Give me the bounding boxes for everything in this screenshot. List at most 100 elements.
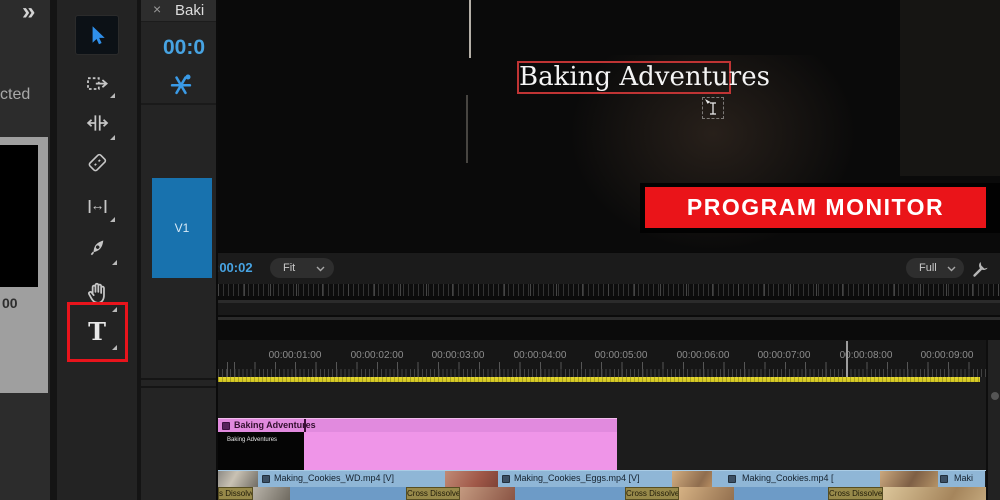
video-clip-label[interactable]: Making_Cookies_Eggs.mp4 [V] bbox=[514, 473, 640, 483]
fx-badge-icon bbox=[940, 475, 948, 483]
clip-thumbnail[interactable] bbox=[445, 471, 498, 487]
ruler-tick-label: 00:00:05:00 bbox=[589, 350, 653, 361]
thumbnail-timecode: 00 bbox=[2, 295, 18, 311]
callout-red-band: PROGRAM MONITOR bbox=[645, 187, 986, 228]
transition-clip[interactable]: Cross Dissolve bbox=[828, 487, 883, 500]
divider-fill bbox=[218, 303, 1000, 315]
clip-thumbnail[interactable] bbox=[883, 487, 1000, 500]
title-overlay-text: Baking Adventures bbox=[519, 62, 770, 92]
tool-flyout-indicator bbox=[112, 260, 117, 265]
track-v1-header[interactable]: V1 bbox=[152, 178, 212, 278]
callout-label: PROGRAM MONITOR bbox=[645, 187, 986, 228]
track-select-forward-tool-icon bbox=[85, 71, 109, 95]
panel-divider bbox=[50, 0, 57, 500]
monitor-mini-ruler[interactable] bbox=[218, 284, 1000, 296]
ruler-tick-label: 00:00:04:00 bbox=[508, 350, 572, 361]
video-wall-region bbox=[900, 0, 1000, 176]
transition-clip[interactable]: Cross Dissolve bbox=[625, 487, 679, 500]
video-clip-label[interactable]: Making_Cookies.mp4 [ bbox=[742, 473, 834, 483]
tool-flyout-indicator bbox=[110, 135, 115, 140]
tool-flyout-indicator bbox=[110, 217, 115, 222]
pen-tool-icon bbox=[85, 236, 109, 260]
ripple-edit-tool-button[interactable] bbox=[77, 106, 117, 140]
clip-thumbnail[interactable] bbox=[460, 487, 515, 500]
snap-button[interactable] bbox=[167, 70, 195, 98]
ruler-tick-label: 00:00:02:00 bbox=[345, 350, 409, 361]
track-divider bbox=[141, 386, 218, 388]
video-clip-label[interactable]: Maki bbox=[954, 473, 973, 483]
video-window-frame bbox=[466, 95, 468, 163]
chevron-down-icon bbox=[316, 266, 325, 272]
selection-tool-icon bbox=[86, 24, 108, 46]
transitions-row: s Dissolve Cross Dissolve Cross Dissolve… bbox=[218, 487, 1000, 500]
transition-clip[interactable]: s Dissolve bbox=[218, 487, 253, 500]
type-tool-highlight-box bbox=[67, 302, 128, 362]
clip-thumbnail[interactable] bbox=[218, 471, 258, 487]
playhead[interactable] bbox=[846, 341, 848, 377]
fx-badge-icon bbox=[728, 475, 736, 483]
timeline-vertical-scrollbar[interactable] bbox=[986, 340, 1000, 500]
slip-tool-icon: |↔| bbox=[88, 197, 107, 213]
clipped-label-text: cted bbox=[0, 86, 30, 104]
timeline-tab[interactable]: × Baki bbox=[141, 0, 218, 22]
video-window-frame bbox=[469, 0, 471, 58]
title-clip-preview-text: Baking Adventures bbox=[227, 437, 277, 443]
project-panel: » cted 00 bbox=[0, 0, 50, 500]
pen-tool-button[interactable] bbox=[77, 231, 117, 265]
program-monitor-panel: Baking Adventures PROGRAM MONITOR :00:02 bbox=[218, 0, 1000, 340]
chevron-down-icon bbox=[947, 266, 956, 272]
tools-panel: |↔| T bbox=[57, 0, 137, 500]
divider-line bbox=[218, 317, 1000, 320]
monitor-settings-button[interactable] bbox=[970, 257, 992, 279]
fx-badge-icon bbox=[222, 422, 230, 430]
tab-title: Baki bbox=[175, 2, 204, 19]
clip-thumbnail[interactable] bbox=[679, 487, 734, 500]
track-v1-label: V1 bbox=[175, 221, 190, 235]
monitor-control-bar: :00:02 Fit Full bbox=[218, 252, 1000, 284]
ruler-tick-label: 00:00:01:00 bbox=[263, 350, 327, 361]
ruler-tick-label: 00:00:08:00 bbox=[834, 350, 898, 361]
track-divider bbox=[141, 378, 218, 380]
source-thumbnail-image bbox=[0, 145, 38, 287]
transition-clip[interactable]: Cross Dissolve bbox=[406, 487, 460, 500]
clip-thumbnail[interactable] bbox=[253, 487, 290, 500]
work-area-bar[interactable] bbox=[218, 377, 980, 382]
title-clip[interactable]: Baking Adventures Baking Adventures bbox=[218, 418, 617, 470]
clip-thumbnail[interactable] bbox=[880, 471, 938, 487]
panel-expand-chevron[interactable]: » bbox=[22, 0, 35, 26]
tab-close-icon[interactable]: × bbox=[153, 1, 161, 17]
source-thumbnail-frame[interactable]: 00 bbox=[0, 137, 48, 393]
sequence-timecode[interactable]: 00:0 bbox=[163, 36, 205, 60]
scrollbar-thumb[interactable] bbox=[991, 392, 999, 400]
snap-icon bbox=[167, 70, 195, 98]
selection-tool-button[interactable] bbox=[75, 15, 119, 55]
ruler-tick-label: 00:00:09:00 bbox=[915, 350, 979, 361]
fx-badge-icon bbox=[262, 475, 270, 483]
timeline-header-column: × Baki 00:0 V1 bbox=[141, 0, 218, 500]
clip-marker bbox=[304, 419, 306, 433]
clip-thumbnail[interactable] bbox=[672, 471, 712, 487]
title-overlay-box[interactable]: Baking Adventures bbox=[517, 61, 731, 94]
time-ruler[interactable]: 00 00:00:01:00 00:00:02:00 00:00:03:00 0… bbox=[218, 340, 1000, 377]
video-clip-label[interactable]: Making_Cookies_WD.mp4 [V] bbox=[274, 473, 394, 483]
ruler-tick-label: 00:00:03:00 bbox=[426, 350, 490, 361]
zoom-level-value: Fit bbox=[283, 258, 295, 278]
playback-resolution-value: Full bbox=[919, 258, 937, 278]
playback-resolution-select[interactable]: Full bbox=[906, 258, 964, 278]
header-divider bbox=[141, 103, 218, 105]
ruler-tick-label: 00:00:07:00 bbox=[752, 350, 816, 361]
tool-flyout-indicator bbox=[110, 93, 115, 98]
ruler-tick-label: 00:00:06:00 bbox=[671, 350, 735, 361]
slip-tool-button[interactable]: |↔| bbox=[77, 188, 117, 222]
program-timecode[interactable]: :00:02 bbox=[218, 260, 253, 275]
title-clip-body bbox=[304, 432, 617, 470]
wrench-icon bbox=[970, 257, 992, 279]
title-clip-header: Baking Adventures bbox=[218, 418, 617, 432]
zoom-level-select[interactable]: Fit bbox=[270, 258, 334, 278]
premiere-pro-window: » cted 00 bbox=[0, 0, 1000, 500]
panel-divider-band[interactable] bbox=[218, 296, 1000, 340]
track-select-forward-tool-button[interactable] bbox=[77, 66, 117, 100]
razor-tool-button[interactable] bbox=[77, 146, 117, 180]
razor-tool-icon bbox=[85, 151, 109, 175]
title-clip-preview: Baking Adventures bbox=[218, 432, 304, 470]
